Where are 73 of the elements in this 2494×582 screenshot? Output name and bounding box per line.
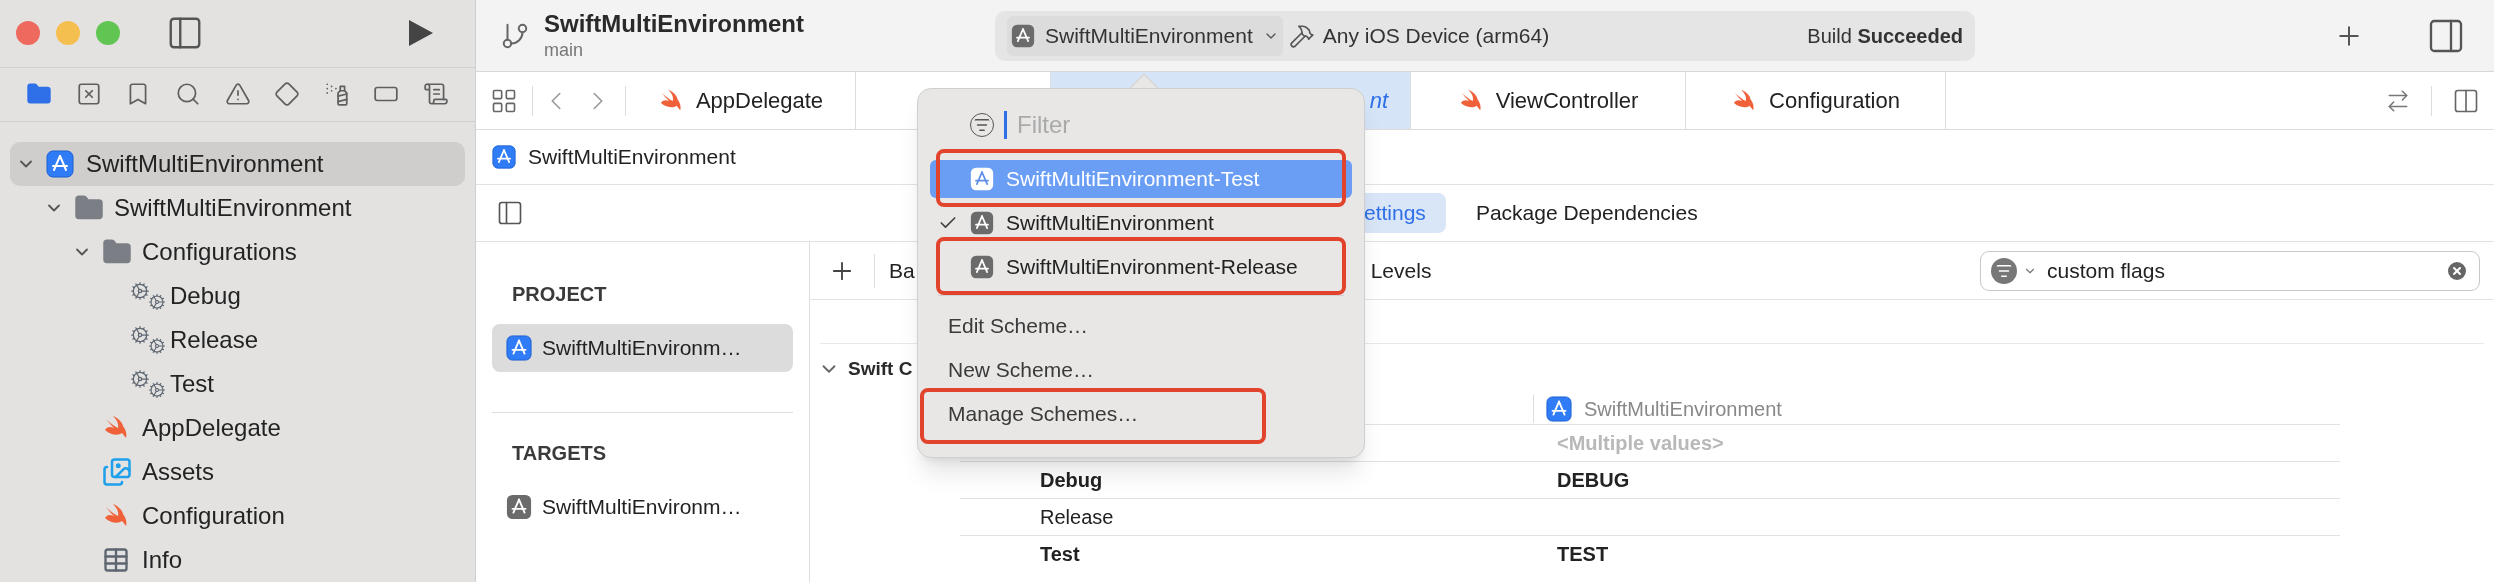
sidebar-toggle-icon[interactable]: [496, 199, 524, 227]
app-icon: [970, 211, 994, 235]
tree-item-label: Assets: [142, 457, 215, 487]
editor-tab[interactable]: ViewController: [1411, 72, 1686, 129]
spray-can-icon[interactable]: [323, 81, 350, 108]
setting-value: DEBUG: [1557, 468, 1630, 493]
tree-item[interactable]: Release: [10, 318, 465, 362]
setting-name: Test: [1039, 542, 1080, 567]
table-icon: [102, 546, 130, 574]
app-icon: [46, 150, 74, 178]
search-field[interactable]: custom flags: [1980, 250, 2480, 291]
tree-item[interactable]: AppDelegate: [10, 406, 465, 450]
editor-tab[interactable]: Configuration: [1686, 72, 1946, 129]
filter-option[interactable]: Levels: [1370, 254, 1432, 287]
diamond-icon[interactable]: [274, 81, 301, 108]
editor-tab[interactable]: AppDelegate: [626, 72, 856, 129]
tree-item-label: SwiftMultiEnvironment: [86, 149, 324, 179]
build-status: Build Succeeded: [1807, 23, 1963, 49]
app-icon: [492, 145, 516, 169]
filter-option[interactable]: Ba: [889, 254, 915, 287]
setting-name: Debug: [1039, 468, 1103, 493]
scheme-menu-item[interactable]: SwiftMultiEnvironment-Release: [930, 248, 1352, 286]
warning-icon[interactable]: [224, 81, 251, 108]
setting-name: Release: [1039, 505, 1114, 530]
app-icon: [1546, 396, 1572, 422]
tree-item-label: Configuration: [142, 501, 285, 531]
scheme-menu-action[interactable]: Edit Scheme…: [930, 310, 1089, 342]
square-x-icon[interactable]: [75, 81, 102, 108]
app-icon: [970, 167, 994, 191]
tree-item[interactable]: Debug: [10, 274, 465, 318]
tree-item-label: AppDelegate: [142, 413, 281, 443]
list-icon[interactable]: [423, 81, 449, 108]
scheme-menu-action[interactable]: New Scheme…: [930, 354, 1094, 386]
column-header: SwiftMultiEnvironment: [1584, 397, 1782, 422]
images-icon: [102, 457, 132, 487]
destination-selector[interactable]: Any iOS Device (arm64): [1288, 19, 1550, 52]
section-heading: TARGETS: [511, 441, 608, 466]
app-icon: [970, 255, 994, 279]
tree-item-label: Configurations: [142, 237, 297, 267]
tree-item[interactable]: Configuration: [10, 494, 465, 538]
tree-item[interactable]: Info: [10, 538, 465, 582]
filter-icon[interactable]: [1991, 257, 2017, 284]
gears-icon: [130, 281, 166, 311]
tree-item[interactable]: SwiftMultiEnvironment: [10, 142, 465, 186]
tree-item-label: SwiftMultiEnvironment: [114, 193, 352, 223]
app-icon: [506, 494, 532, 520]
gears-icon: [130, 369, 166, 399]
app-icon: [1011, 23, 1035, 48]
tree-item[interactable]: Assets: [10, 450, 465, 494]
tree-item-label: Debug: [170, 281, 241, 311]
play-icon[interactable]: [407, 18, 435, 49]
gears-icon: [130, 325, 166, 355]
tree-item[interactable]: Test: [10, 362, 465, 406]
project-list-item[interactable]: SwiftMultiEnvironm…: [492, 483, 793, 531]
editor-segment[interactable]: Package Dependencies: [1455, 193, 1718, 233]
search-icon[interactable]: [174, 81, 201, 108]
tree-item-label: Test: [170, 369, 214, 399]
branch-name: main: [544, 39, 584, 62]
tree-item[interactable]: SwiftMultiEnvironment: [10, 186, 465, 230]
tree-item-label: Info: [142, 545, 183, 575]
setting-value: TEST: [1557, 542, 1609, 567]
hammer-icon: [1288, 22, 1315, 49]
section-heading: PROJECT: [511, 282, 608, 307]
tree-item[interactable]: Configurations: [10, 230, 465, 274]
section-title: Swift C: [848, 356, 913, 381]
scheme-menu-action[interactable]: Manage Schemes…: [930, 398, 1139, 430]
breadcrumb[interactable]: SwiftMultiEnvironment: [528, 141, 736, 173]
tree-item-label: Release: [170, 325, 259, 355]
project-title: SwiftMultiEnvironment: [544, 9, 804, 40]
project-list-item[interactable]: SwiftMultiEnvironm…: [492, 324, 793, 372]
scheme-selector[interactable]: SwiftMultiEnvironment: [1007, 15, 1283, 56]
setting-value: <Multiple values>: [1557, 431, 1724, 456]
app-icon: [506, 335, 532, 361]
